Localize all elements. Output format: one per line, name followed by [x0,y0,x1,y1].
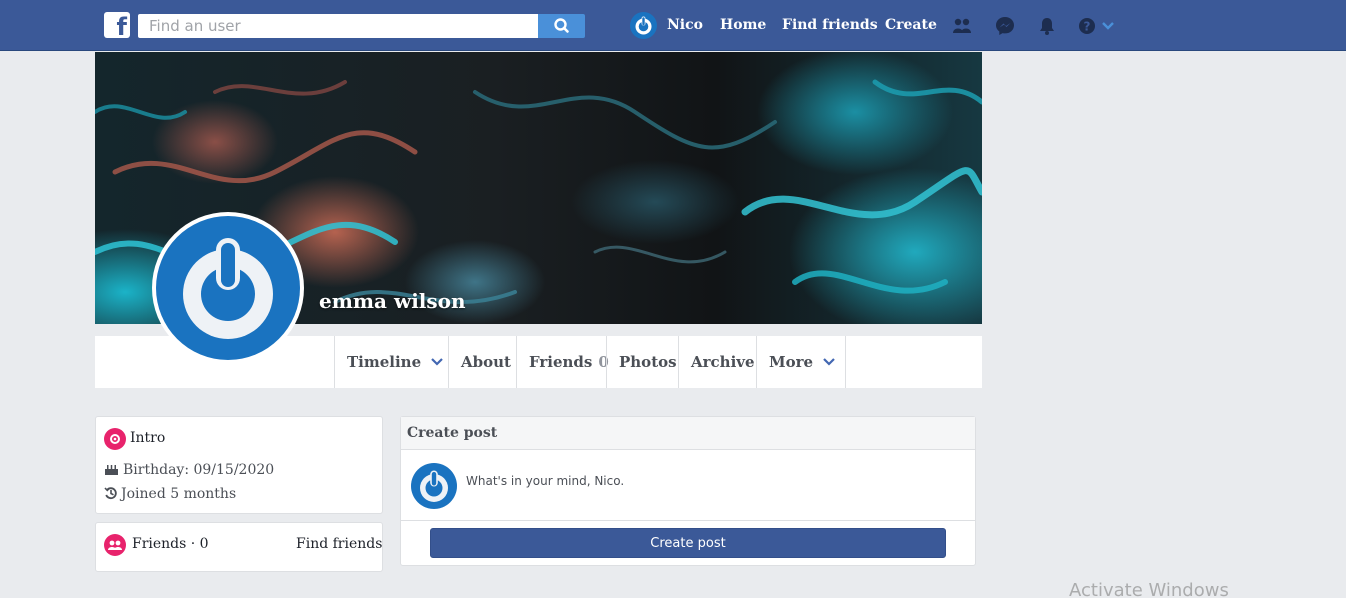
friends-icon [104,534,126,556]
profile-name: emma wilson [319,289,466,313]
search-input[interactable] [138,14,538,38]
tab-friends[interactable]: Friends 0 [516,336,609,388]
tab-about[interactable]: About [448,336,516,388]
tab-timeline-label: Timeline [347,353,422,371]
activate-windows-watermark: Activate Windows [1069,580,1229,598]
create-post-card: Create post What's in your mind, Nico. C… [400,416,976,566]
intro-icon [104,428,126,450]
post-divider [401,520,975,521]
chevron-down-icon[interactable] [1100,19,1116,33]
intro-title: Intro [130,430,166,446]
messenger-icon[interactable] [995,16,1015,36]
nav-create-link[interactable]: Create [885,17,937,33]
svg-text:?: ? [1084,20,1091,34]
tab-archive-label: Archive [691,353,755,371]
nav-avatar[interactable] [630,12,657,39]
profile-picture[interactable] [152,212,304,364]
friends-card-title: Friends · 0 [132,536,209,552]
intro-card: Intro Birthday: 09/15/2020 Joined 5 mont… [95,416,383,514]
create-post-button[interactable]: Create post [430,528,946,558]
tab-archive[interactable]: Archive [678,336,756,388]
post-author-avatar [411,463,457,509]
tab-photos[interactable]: Photos [606,336,678,388]
top-navigation-bar: f Nico Home Find friends Create ? [0,0,1346,51]
cake-icon [105,465,118,475]
nav-home-link[interactable]: Home [720,17,766,33]
help-icon[interactable]: ? [1077,16,1097,36]
intro-birthday: Birthday: 09/15/2020 [123,462,275,478]
chevron-down-icon [823,358,835,366]
bell-icon[interactable] [1037,16,1057,36]
nav-find-friends-link[interactable]: Find friends [782,17,878,33]
intro-joined: Joined 5 months [121,486,237,502]
tab-more[interactable]: More [756,336,846,388]
find-friends-link[interactable]: Find friends [296,536,382,552]
tab-about-label: About [461,353,511,371]
tab-timeline[interactable]: Timeline [334,336,448,388]
profile-avatar-logo [156,216,300,360]
tab-friends-label: Friends [529,353,593,371]
post-text-input[interactable]: What's in your mind, Nico. [466,474,624,488]
facebook-logo-icon[interactable]: f [104,12,130,41]
history-icon [104,487,117,500]
search-icon [554,18,569,33]
tab-photos-label: Photos [619,353,677,371]
tab-more-label: More [769,353,814,371]
create-post-header: Create post [401,417,975,450]
friends-card: Friends · 0 Find friends [95,522,383,572]
nav-user-name[interactable]: Nico [667,17,703,33]
search-button[interactable] [538,14,585,38]
friend-requests-icon[interactable] [952,16,972,36]
chevron-down-icon [431,358,443,366]
